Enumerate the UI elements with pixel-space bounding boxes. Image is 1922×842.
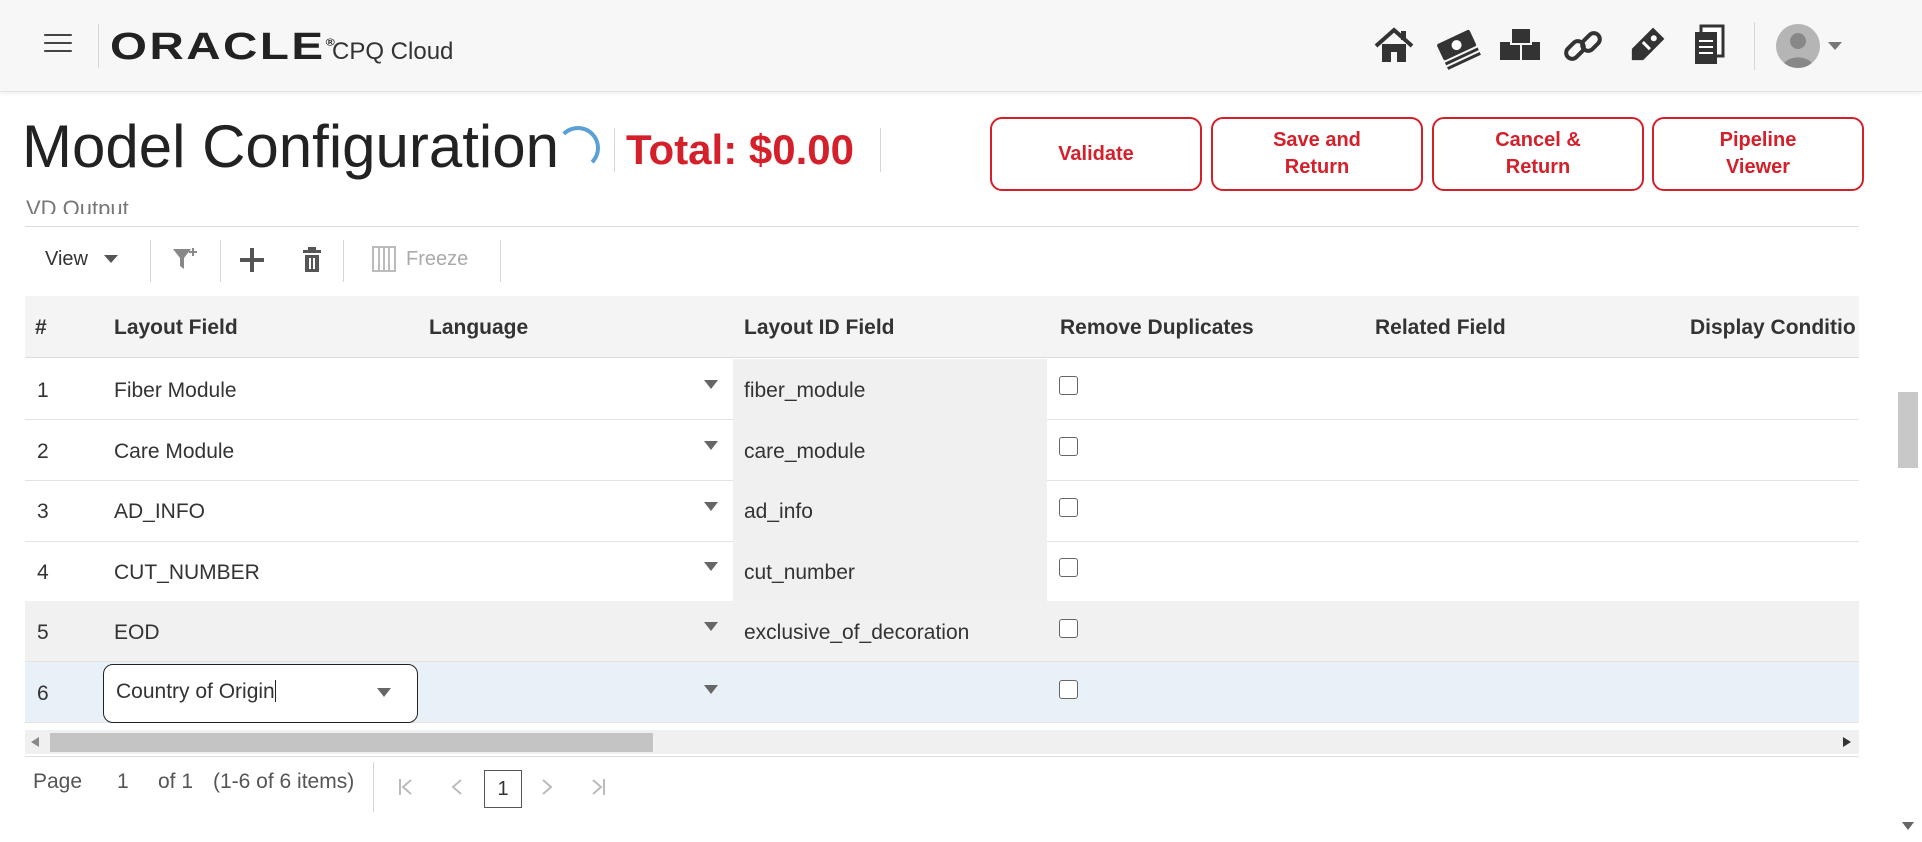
layout-id-cell: ad_info [744, 500, 813, 523]
section-label: VD Output [26, 196, 129, 214]
column-header-number: # [35, 316, 47, 339]
divider [98, 24, 99, 68]
column-header-related-field[interactable]: Related Field [1375, 316, 1506, 340]
horizontal-scrollbar[interactable] [25, 730, 1859, 754]
user-avatar-icon[interactable] [1776, 24, 1820, 68]
next-page-icon[interactable] [540, 778, 554, 802]
save-and-return-button[interactable]: Save and Return [1211, 117, 1423, 191]
documents-icon[interactable] [1685, 22, 1733, 70]
remove-duplicates-checkbox[interactable] [1059, 437, 1078, 456]
home-icon[interactable] [1370, 22, 1418, 70]
product-name: CPQ Cloud [332, 38, 454, 65]
table-header [25, 296, 1859, 358]
horizontal-scroll-thumb[interactable] [50, 733, 653, 752]
remove-duplicates-checkbox[interactable] [1059, 680, 1078, 699]
first-page-icon[interactable] [398, 778, 414, 802]
remove-duplicates-checkbox[interactable] [1059, 376, 1078, 395]
divider [500, 240, 501, 282]
language-dropdown-icon[interactable] [704, 562, 718, 571]
column-header-display-condition[interactable]: Display Conditio [1690, 316, 1859, 340]
layout-field-cell[interactable]: EOD [114, 621, 160, 645]
layout-id-cell: care_module [744, 440, 866, 463]
boxes-icon[interactable] [1496, 22, 1544, 70]
page-title: Model Configuration [22, 113, 559, 180]
pager-page-label: Page [33, 770, 83, 793]
language-dropdown-icon[interactable] [704, 441, 718, 450]
previous-page-icon[interactable] [450, 778, 464, 802]
freeze-icon[interactable] [372, 246, 396, 277]
column-header-remove-duplicates[interactable]: Remove Duplicates [1060, 316, 1254, 340]
scroll-down-icon[interactable] [1902, 822, 1914, 830]
layout-field-dropdown-icon[interactable] [377, 688, 391, 697]
row-number: 2 [37, 440, 49, 463]
scroll-right-icon[interactable] [1843, 737, 1851, 747]
layout-field-cell[interactable]: Care Module [114, 440, 234, 464]
layout-field-cell[interactable]: Fiber Module [114, 379, 237, 403]
layout-id-cell: exclusive_of_decoration [744, 621, 970, 644]
divider [25, 756, 1859, 757]
loading-spinner-icon [556, 126, 600, 170]
add-row-icon[interactable] [238, 246, 266, 279]
divider [614, 128, 615, 172]
vertical-scroll-thumb[interactable] [1898, 392, 1918, 468]
divider [373, 762, 374, 812]
layout-field-cell[interactable]: CUT_NUMBER [114, 561, 260, 585]
pager-items-count: (1-6 of 6 items) [213, 770, 355, 793]
layout-id-cell: fiber_module [744, 379, 866, 402]
row-number: 1 [37, 379, 49, 402]
column-header-layout-id-field[interactable]: Layout ID Field [744, 316, 895, 340]
pager-of-label: of 1 [158, 770, 194, 793]
row-number: 5 [37, 621, 49, 644]
divider [25, 226, 1859, 227]
chevron-down-icon[interactable] [104, 255, 118, 263]
remove-duplicates-checkbox[interactable] [1059, 498, 1078, 517]
language-dropdown-icon[interactable] [704, 685, 718, 694]
freeze-button[interactable]: Freeze [406, 248, 468, 271]
remove-duplicates-checkbox[interactable] [1059, 619, 1078, 638]
divider [1754, 22, 1755, 70]
language-dropdown-icon[interactable] [704, 622, 718, 631]
column-header-layout-field[interactable]: Layout Field [114, 316, 238, 340]
row-number: 3 [37, 500, 49, 523]
divider [343, 240, 344, 282]
pipeline-viewer-button[interactable]: Pipeline Viewer [1652, 117, 1864, 191]
row-number: 4 [37, 561, 49, 584]
scroll-left-icon[interactable] [31, 737, 39, 747]
tag-icon[interactable] [1622, 22, 1670, 70]
layout-field-cell[interactable]: AD_INFO [114, 500, 205, 524]
money-icon[interactable] [1433, 22, 1481, 70]
divider [880, 128, 881, 172]
view-menu[interactable]: View [45, 248, 88, 271]
divider [150, 240, 151, 282]
language-dropdown-icon[interactable] [704, 502, 718, 511]
validate-button[interactable]: Validate [990, 117, 1202, 191]
hamburger-menu-icon[interactable] [44, 34, 72, 56]
layout-field-select-value[interactable]: Country of Origin [116, 680, 276, 704]
row-number: 6 [37, 682, 49, 705]
cancel-and-return-button[interactable]: Cancel & Return [1432, 117, 1644, 191]
language-dropdown-icon[interactable] [704, 380, 718, 389]
link-icon[interactable] [1559, 22, 1607, 70]
column-header-language[interactable]: Language [429, 316, 528, 340]
pager-page-input[interactable]: 1 [117, 770, 129, 794]
layout-id-cell: cut_number [744, 561, 855, 584]
last-page-icon[interactable] [590, 778, 606, 802]
chevron-down-icon[interactable] [1828, 42, 1842, 50]
remove-duplicates-checkbox[interactable] [1059, 558, 1078, 577]
total-amount: Total: $0.00 [626, 126, 854, 173]
filter-add-icon[interactable] [170, 244, 200, 279]
top-bar: ORACLE® CPQ Cloud [0, 0, 1922, 92]
oracle-logo: ORACLE® [110, 26, 338, 68]
current-page-button[interactable]: 1 [484, 770, 522, 808]
divider [220, 240, 221, 282]
delete-row-icon[interactable] [298, 246, 326, 279]
